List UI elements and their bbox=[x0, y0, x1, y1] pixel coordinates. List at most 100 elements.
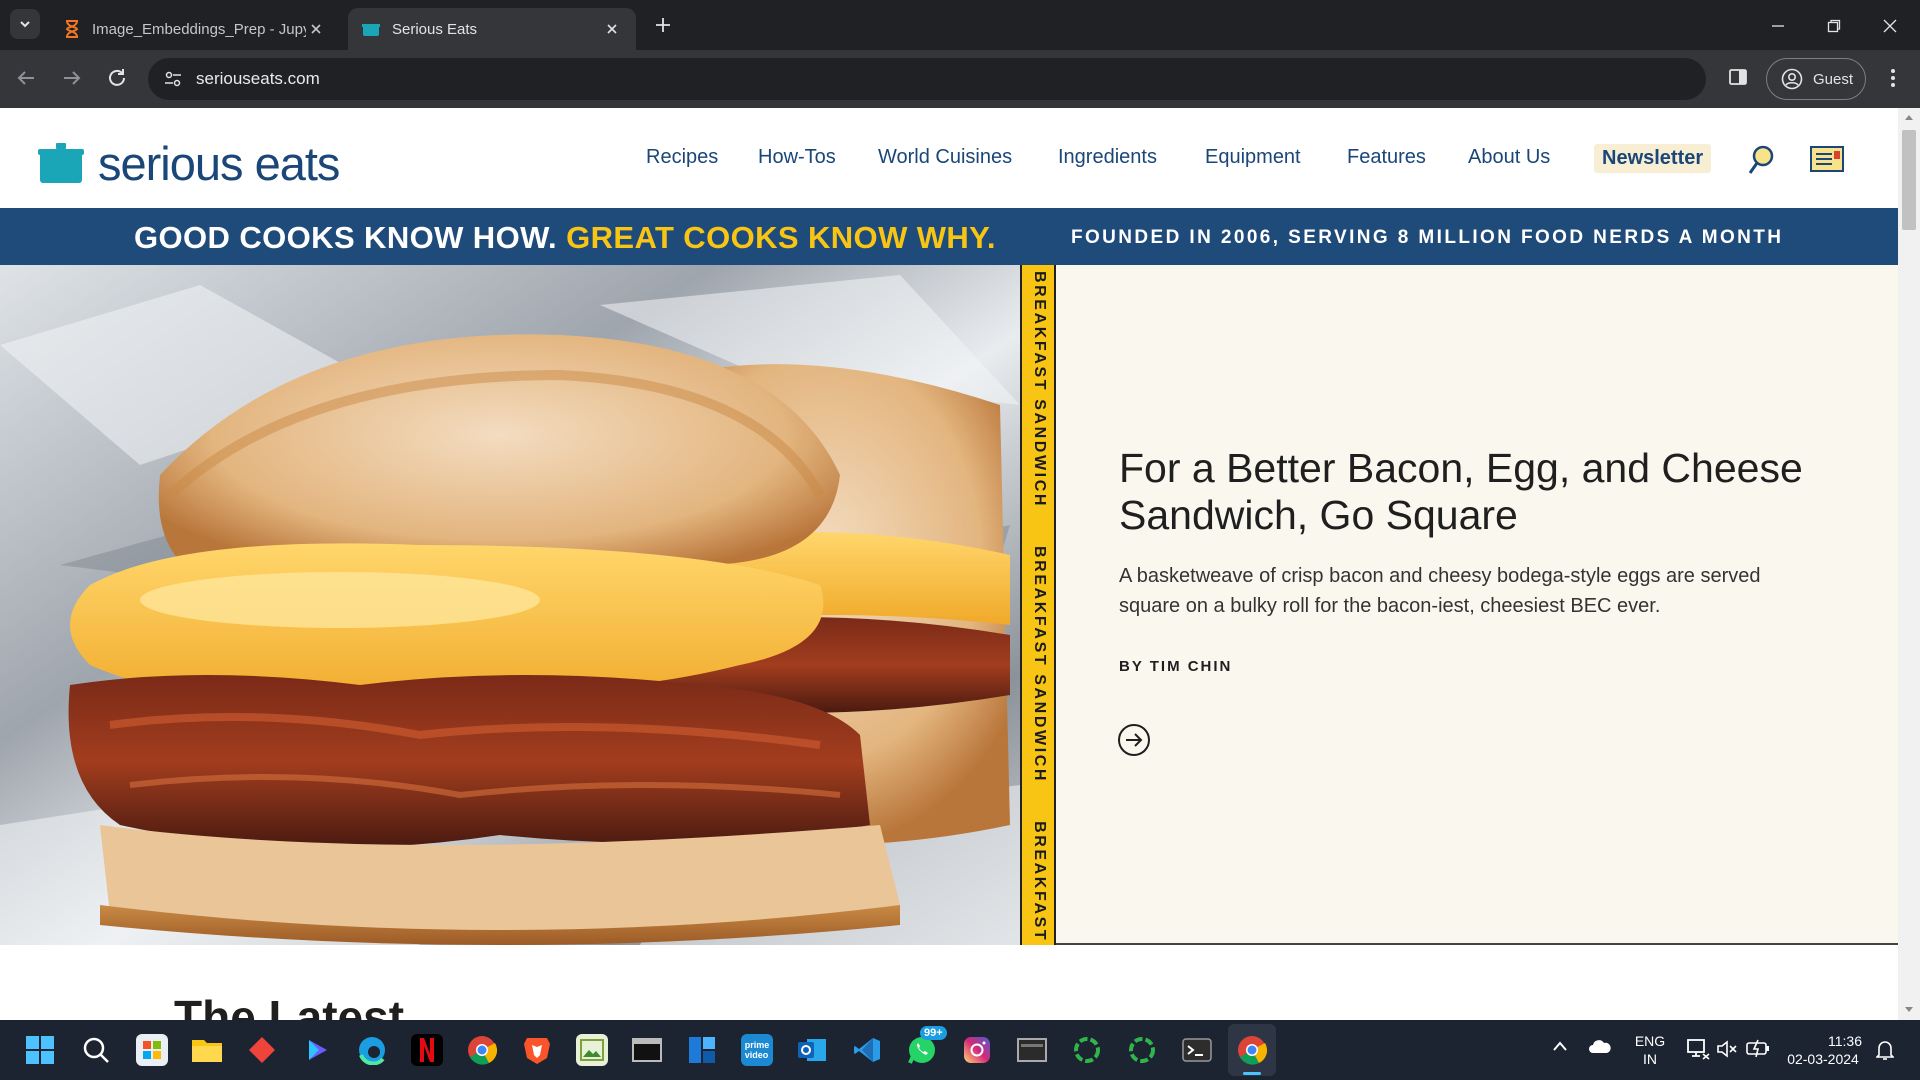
read-more-button[interactable] bbox=[1117, 723, 1151, 757]
notifications-button[interactable] bbox=[1876, 1039, 1894, 1061]
vscode-icon[interactable] bbox=[851, 1034, 883, 1066]
anydesk-icon[interactable] bbox=[246, 1034, 278, 1066]
start-button[interactable] bbox=[24, 1034, 56, 1066]
site-logo[interactable]: serious eats bbox=[38, 136, 340, 191]
menu-button[interactable] bbox=[1810, 146, 1844, 172]
spinner-app-icon-2[interactable] bbox=[1126, 1034, 1158, 1066]
minimize-icon bbox=[1772, 25, 1784, 27]
close-window-button[interactable] bbox=[1878, 14, 1902, 38]
address-bar[interactable]: seriouseats.com bbox=[148, 58, 1706, 100]
scrollbar-thumb[interactable] bbox=[1902, 130, 1916, 230]
edge-icon[interactable] bbox=[356, 1034, 388, 1066]
reload-icon bbox=[109, 69, 125, 86]
category-label: BREAKFAST SANDWICH bbox=[1031, 821, 1048, 945]
taskbar-search-button[interactable] bbox=[80, 1034, 112, 1066]
clock-time: 11:36 bbox=[1828, 1033, 1862, 1049]
serious-eats-pot-icon bbox=[362, 24, 380, 36]
kebab-menu-icon bbox=[1891, 69, 1895, 87]
image-viewer-icon[interactable] bbox=[576, 1034, 608, 1066]
onedrive-icon[interactable] bbox=[1588, 1038, 1612, 1054]
chevron-down-icon bbox=[20, 21, 30, 28]
forward-button[interactable] bbox=[60, 66, 84, 90]
profile-label: Guest bbox=[1813, 70, 1854, 88]
web-page: serious eats Recipes How-Tos World Cuisi… bbox=[0, 108, 1898, 1020]
article-description: A basketweave of crisp bacon and cheesy … bbox=[1119, 565, 1761, 617]
back-button[interactable] bbox=[14, 66, 38, 90]
tab-jupyter[interactable]: Image_Embeddings_Prep - Jupyter bbox=[50, 8, 340, 50]
copilot-icon[interactable] bbox=[301, 1034, 333, 1066]
profile-avatar-icon bbox=[1781, 68, 1803, 90]
restore-button[interactable] bbox=[1822, 14, 1846, 38]
search-icon bbox=[83, 1037, 109, 1063]
category-label: BREAKFAST SANDWICH bbox=[1031, 271, 1048, 509]
clock-date: 02-03-2024 bbox=[1787, 1051, 1859, 1067]
instagram-icon[interactable] bbox=[961, 1034, 993, 1066]
scroll-down-icon[interactable] bbox=[1904, 1006, 1914, 1014]
clock[interactable]: 11:36 02-03-2024 bbox=[1776, 1032, 1870, 1068]
tagline: GOOD COOKS KNOW HOW. GREAT COOKS KNOW WH… bbox=[134, 220, 996, 256]
nav-features[interactable]: Features bbox=[1347, 146, 1426, 169]
browser-menu-button[interactable] bbox=[1888, 67, 1898, 89]
profile-button[interactable]: Guest bbox=[1766, 58, 1866, 100]
spinner-app-icon[interactable] bbox=[1071, 1034, 1103, 1066]
article-byline[interactable]: BY TIM CHIN bbox=[1119, 658, 1232, 675]
prime-video-icon[interactable]: prime video bbox=[741, 1034, 773, 1066]
newsletter-button[interactable]: Newsletter bbox=[1594, 144, 1712, 173]
app-window-icon[interactable] bbox=[1016, 1034, 1048, 1066]
hero-sandwich-image[interactable] bbox=[0, 265, 1020, 945]
scroll-up-icon[interactable] bbox=[1904, 113, 1914, 121]
terminal-window-icon[interactable] bbox=[631, 1034, 663, 1066]
windows-taskbar: prime video 99+ ENG IN 11:36 02-03-2024 bbox=[0, 1020, 1920, 1080]
outlook-icon[interactable] bbox=[796, 1034, 828, 1066]
windows-terminal-icon[interactable] bbox=[1181, 1034, 1213, 1066]
chrome-active-taskbar-item[interactable] bbox=[1228, 1024, 1276, 1076]
chrome-icon[interactable] bbox=[466, 1034, 498, 1066]
tab-title: Serious Eats bbox=[392, 20, 478, 38]
volume-muted-icon[interactable] bbox=[1716, 1039, 1738, 1059]
logo-wordmark: serious eats bbox=[98, 137, 340, 190]
nav-recipes[interactable]: Recipes bbox=[646, 146, 718, 169]
show-hidden-icons-button[interactable] bbox=[1552, 1040, 1568, 1052]
founded-statement: FOUNDED IN 2006, SERVING 8 MILLION FOOD … bbox=[1071, 227, 1784, 248]
url-text[interactable]: seriouseats.com bbox=[196, 69, 320, 89]
close-tab-icon[interactable] bbox=[306, 19, 326, 39]
reload-button[interactable] bbox=[105, 66, 129, 90]
arrow-circle-right-icon bbox=[1118, 724, 1150, 756]
browser-toolbar: seriouseats.com Guest bbox=[0, 50, 1920, 108]
chevron-up-icon bbox=[1553, 1041, 1567, 1051]
nav-about-us[interactable]: About Us bbox=[1468, 146, 1550, 169]
netflix-icon[interactable] bbox=[411, 1034, 443, 1066]
nav-how-tos[interactable]: How-Tos bbox=[758, 146, 836, 169]
close-tab-icon[interactable] bbox=[602, 19, 622, 39]
restore-icon bbox=[1827, 19, 1841, 33]
minimize-button[interactable] bbox=[1766, 14, 1790, 38]
side-panel-button[interactable] bbox=[1728, 67, 1748, 87]
whatsapp-icon[interactable]: 99+ bbox=[906, 1026, 947, 1066]
bell-icon bbox=[1876, 1041, 1894, 1060]
article-headline[interactable]: For a Better Bacon, Egg, and Cheese Sand… bbox=[1119, 445, 1819, 539]
chrome-icon bbox=[1238, 1036, 1267, 1065]
file-explorer-icon[interactable] bbox=[191, 1034, 223, 1066]
nav-equipment[interactable]: Equipment bbox=[1205, 146, 1301, 169]
hero-feature[interactable]: BREAKFAST SANDWICH BREAKFAST SANDWICH BREA… bbox=[0, 265, 1898, 945]
input-language-indicator[interactable]: ENG IN bbox=[1630, 1032, 1670, 1068]
new-tab-button[interactable] bbox=[650, 12, 676, 38]
tab-title: Image_Embeddings_Prep - Jupyter bbox=[92, 20, 306, 38]
brave-icon[interactable] bbox=[521, 1034, 553, 1066]
microsoft-store-icon[interactable] bbox=[136, 1034, 168, 1066]
nav-world-cuisines[interactable]: World Cuisines bbox=[878, 146, 1012, 169]
network-icon[interactable] bbox=[1686, 1038, 1710, 1060]
page-scrollbar[interactable] bbox=[1898, 108, 1920, 1020]
widgets-icon[interactable] bbox=[686, 1034, 718, 1066]
category-ribbon[interactable]: BREAKFAST SANDWICH BREAKFAST SANDWICH BREA… bbox=[1020, 265, 1056, 945]
tab-serious-eats[interactable]: Serious Eats bbox=[348, 8, 636, 50]
tagline-part-2: GREAT COOKS KNOW WHY. bbox=[566, 220, 996, 255]
battery-charging-icon[interactable] bbox=[1746, 1039, 1770, 1057]
site-info-icon[interactable] bbox=[164, 70, 182, 88]
pot-logo-icon bbox=[38, 142, 84, 183]
search-button[interactable] bbox=[1748, 144, 1776, 176]
tab-search-button[interactable] bbox=[10, 9, 40, 39]
hero-text-panel: For a Better Bacon, Egg, and Cheese Sand… bbox=[1056, 265, 1898, 945]
nav-ingredients[interactable]: Ingredients bbox=[1058, 146, 1157, 169]
section-heading-latest: The Latest bbox=[174, 991, 405, 1020]
